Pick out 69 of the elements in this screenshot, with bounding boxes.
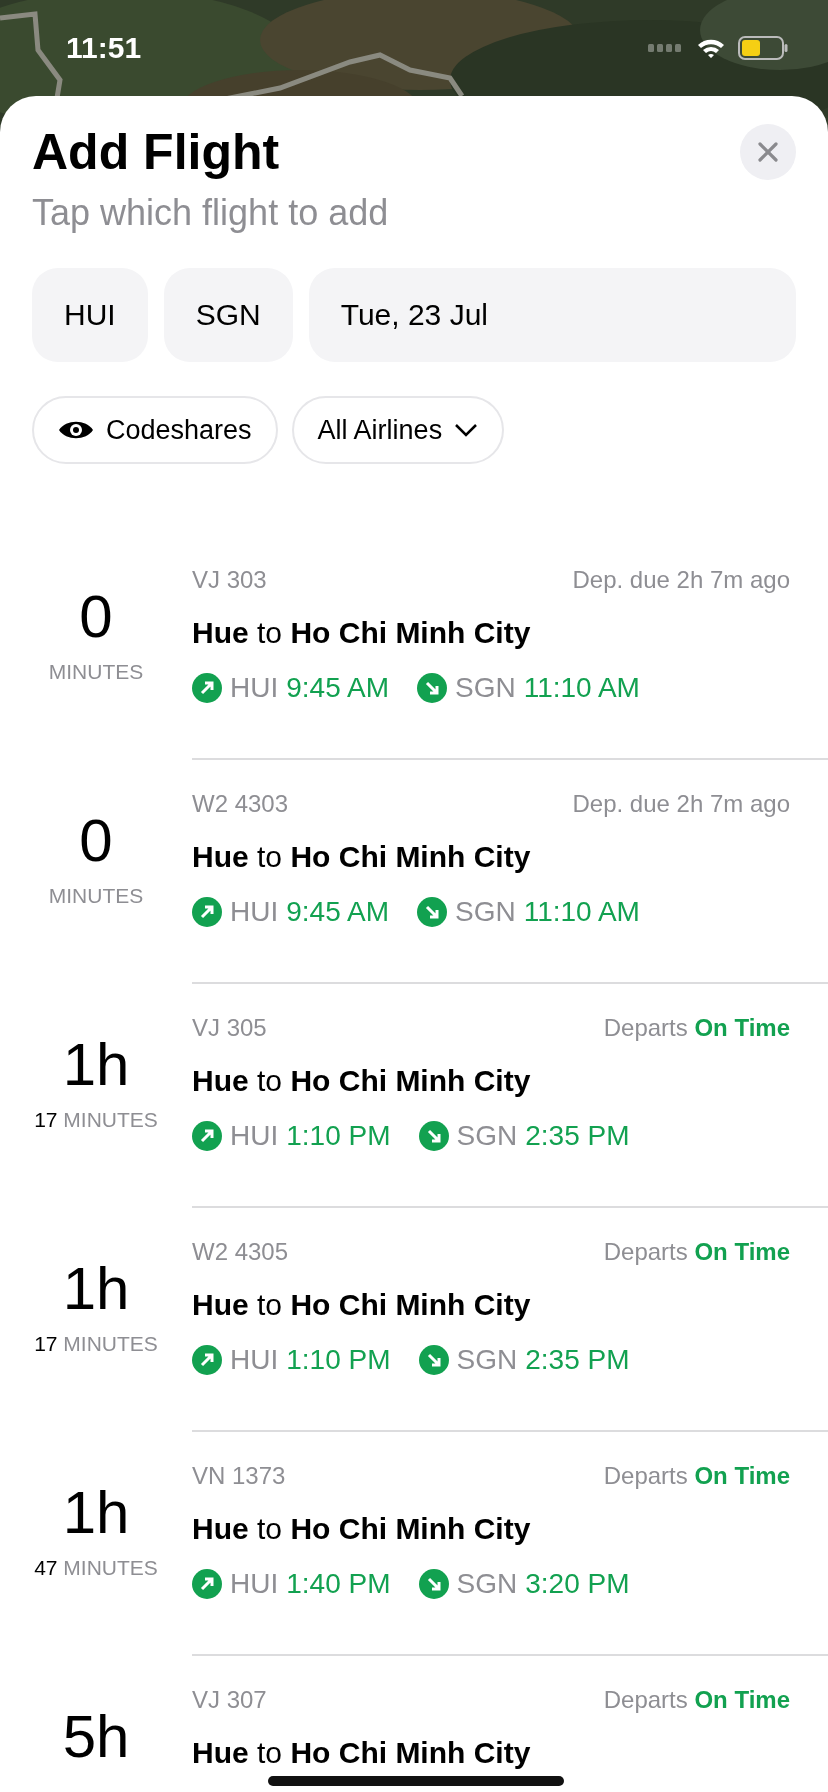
sheet-subtitle: Tap which flight to add	[31, 191, 390, 234]
sheet-title: Add Flight	[32, 123, 280, 182]
airport-code: SGN	[456, 1344, 518, 1376]
departure-status: Departs On Time	[603, 1014, 790, 1042]
flight-time: 1:10 PM	[286, 1344, 391, 1376]
flight-time: 2:35 PM	[525, 1344, 630, 1376]
destination-field[interactable]: SGN	[163, 268, 293, 362]
flight-time: 2:35 PM	[525, 1120, 630, 1152]
duration-unit: 47 MINUTES	[34, 1556, 158, 1580]
flight-number: W2 4303	[192, 790, 289, 818]
duration-value: 1h	[62, 1256, 130, 1322]
duration-value: 0	[79, 584, 113, 650]
route-text: Hue to Ho Chi Minh City	[192, 1512, 532, 1546]
route-text: Hue to Ho Chi Minh City	[192, 1064, 532, 1098]
duration-unit: 17 MINUTES	[34, 1332, 158, 1356]
airlines-dropdown[interactable]: All Airlines	[291, 396, 505, 464]
airport-code: HUI	[230, 896, 279, 928]
departure-status: Dep. due 2h 7m ago	[572, 566, 790, 594]
close-icon	[758, 142, 778, 162]
route-text: Hue to Ho Chi Minh City	[192, 616, 532, 650]
flight-number: VJ 303	[192, 566, 267, 594]
flight-number: W2 4305	[192, 1238, 289, 1266]
flight-row[interactable]: 1h 17 MINUTES VJ 305 Departs On Time Hue to Ho Chi Minh City HUI 1:10 PM SGN 2:35 PM	[0, 984, 828, 1208]
chevron-down-icon	[454, 423, 479, 437]
flight-row[interactable]: 0 MINUTES W2 4303 Dep. due 2h 7m ago Hue to Ho Chi Minh City HUI 9:45 AM SGN 11:10 AM	[0, 760, 828, 984]
route-text: Hue to Ho Chi Minh City	[192, 840, 532, 874]
flight-time: 11:10 AM	[523, 672, 640, 704]
flight-row[interactable]: 0 MINUTES VJ 303 Dep. due 2h 7m ago Hue to Ho Chi Minh City HUI 9:45 AM SGN 11:10 AM	[0, 536, 828, 760]
duration-value: 5h	[62, 1704, 130, 1770]
airport-code: HUI	[230, 672, 279, 704]
flight-time: 11:10 AM	[523, 896, 640, 928]
airport-code: SGN	[456, 1120, 518, 1152]
flight-number: VJ 305	[192, 1014, 267, 1042]
date-field[interactable]: Tue, 23 Jul	[308, 268, 796, 362]
signal-icon	[648, 44, 684, 52]
route-text: Hue to Ho Chi Minh City	[192, 1736, 532, 1770]
flight-time: 1:10 PM	[286, 1120, 391, 1152]
airport-code: HUI	[230, 1568, 279, 1600]
flight-number: VN 1373	[192, 1462, 286, 1490]
departure-status: Departs On Time	[603, 1462, 790, 1490]
flight-time: 9:45 AM	[286, 672, 389, 704]
flight-time: 1:40 PM	[286, 1568, 391, 1600]
wifi-icon	[696, 37, 726, 59]
status-time: 11:51	[66, 31, 142, 65]
close-button[interactable]	[740, 124, 796, 180]
airport-code: SGN	[456, 1568, 518, 1600]
airport-code: SGN	[454, 896, 516, 928]
airport-code: HUI	[230, 1120, 279, 1152]
duration-value: 1h	[62, 1032, 130, 1098]
airport-code: SGN	[454, 672, 516, 704]
duration-value: 0	[79, 808, 113, 874]
flight-time: 3:20 PM	[525, 1568, 630, 1600]
flight-row[interactable]: 1h 47 MINUTES VN 1373 Departs On Time Hue to Ho Chi Minh City HUI 1:40 PM SGN 3:20 PM	[0, 1432, 828, 1656]
codeshares-button[interactable]: Codeshares	[32, 396, 278, 464]
flight-number: VJ 307	[192, 1686, 267, 1714]
duration-unit: MINUTES	[48, 660, 144, 684]
duration-unit: 17 MINUTES	[34, 1108, 158, 1132]
eye-icon	[58, 419, 94, 441]
duration-value: 1h	[62, 1480, 130, 1546]
route-text: Hue to Ho Chi Minh City	[192, 1288, 532, 1322]
duration-unit: MINUTES	[48, 884, 144, 908]
flight-row[interactable]: 1h 17 MINUTES W2 4305 Departs On Time Hue to Ho Chi Minh City HUI 1:10 PM SGN 2:35 PM	[0, 1208, 828, 1432]
departure-status: Dep. due 2h 7m ago	[572, 790, 790, 818]
battery-icon	[738, 36, 788, 60]
airport-code: HUI	[230, 1344, 279, 1376]
departure-status: Departs On Time	[603, 1238, 790, 1266]
flight-time: 9:45 AM	[286, 896, 389, 928]
origin-field[interactable]: HUI	[32, 268, 148, 362]
departure-status: Departs On Time	[603, 1686, 790, 1714]
